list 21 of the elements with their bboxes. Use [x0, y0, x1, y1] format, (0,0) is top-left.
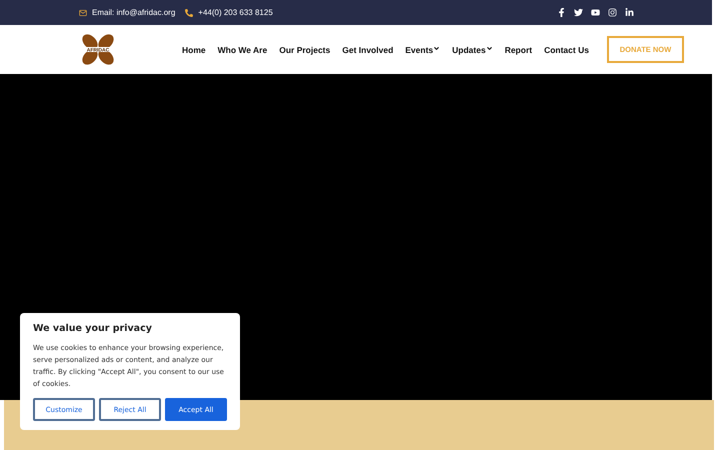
nav-link[interactable]: Get Involved [342, 44, 394, 54]
caret-icon [486, 44, 493, 52]
nav-link[interactable]: Who We Are [218, 44, 268, 54]
nav-link[interactable]: Report [504, 44, 532, 54]
email-text: Email: info@afridac.org [92, 8, 176, 17]
youtube-icon[interactable] [591, 8, 600, 17]
twitter-icon[interactable] [574, 8, 583, 17]
nav-link[interactable]: Contact Us [544, 44, 589, 54]
nav-link[interactable]: Home [182, 44, 206, 54]
phone-icon [185, 8, 194, 16]
instagram-icon[interactable] [608, 8, 617, 17]
nav-link[interactable]: Updates [452, 44, 493, 54]
phone-text: +44(0) 203 633 8125 [198, 8, 273, 17]
video-player[interactable] [0, 74, 712, 400]
mail-icon [79, 8, 87, 16]
caret-icon [433, 44, 440, 52]
nav-link[interactable]: Events [405, 44, 440, 54]
facebook-icon[interactable] [557, 8, 566, 17]
linkedin-icon[interactable] [625, 8, 634, 17]
nav-link[interactable]: Our Projects [279, 44, 330, 54]
banner-title: We value your privacy [33, 323, 153, 334]
